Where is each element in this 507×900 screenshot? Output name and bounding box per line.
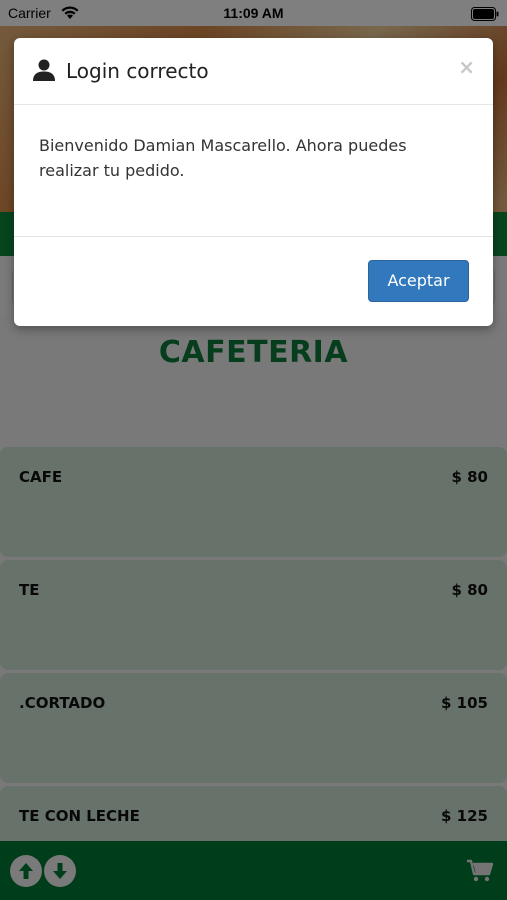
accept-button[interactable]: Aceptar [368, 260, 469, 302]
user-icon [32, 58, 56, 86]
dialog-message: Bienvenido Damian Mascarello. Ahora pued… [39, 136, 407, 180]
dialog-header: Login correcto × [14, 38, 493, 105]
close-icon[interactable]: × [458, 55, 475, 79]
dialog-body: Bienvenido Damian Mascarello. Ahora pued… [14, 105, 493, 237]
login-dialog: Login correcto × Bienvenido Damian Masca… [14, 38, 493, 326]
dialog-title: Login correcto [66, 59, 209, 83]
